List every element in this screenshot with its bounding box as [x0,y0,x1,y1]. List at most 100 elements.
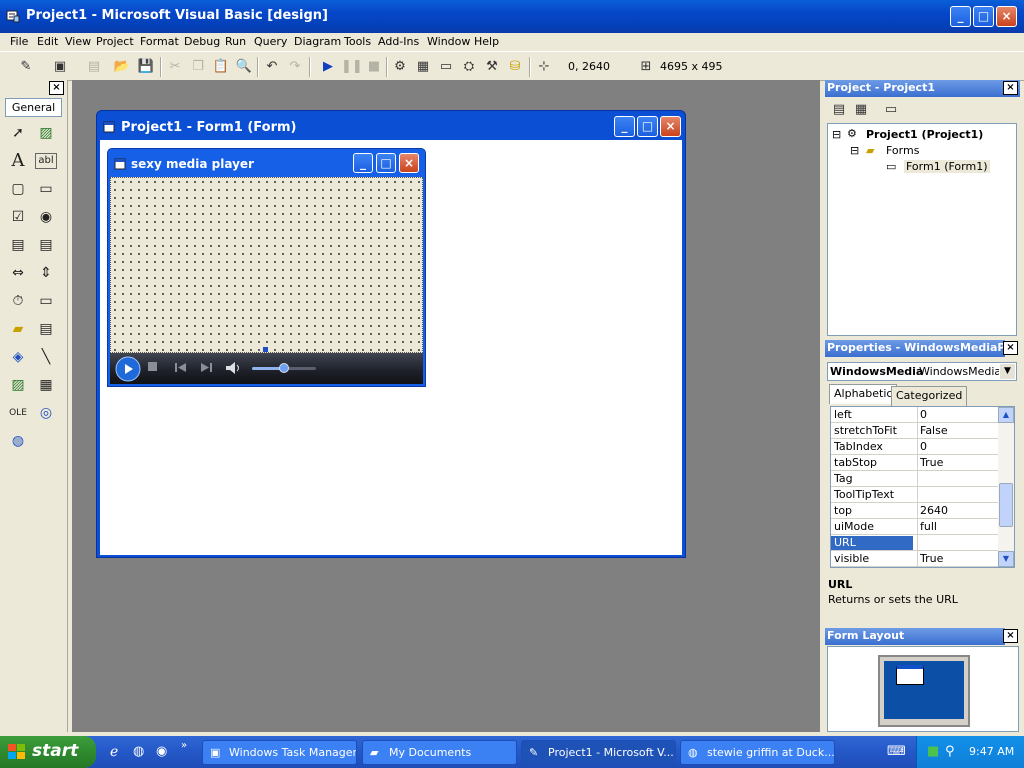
pointer-tool-icon[interactable]: ➚ [7,122,29,144]
redo-icon[interactable]: ↷ [285,57,305,77]
menu-window[interactable]: Window [427,35,470,48]
player-close-button[interactable]: × [399,153,419,173]
property-row[interactable]: stretchToFit False [831,423,999,439]
tray-green-icon[interactable]: ■ [927,744,939,759]
project-tree[interactable]: ⊟ ⚙ Project1 (Project1) ⊟ ▰ Forms ▭ Form… [827,123,1017,336]
toolbox-icon[interactable]: ⚒ [482,57,502,77]
tree-item-forms[interactable]: Forms [886,144,919,157]
paste-icon[interactable]: 📋 [211,57,231,77]
property-value[interactable]: full [920,520,937,533]
taskbar-item-visual-basic[interactable]: ✎ Project1 - Microsoft V... [521,740,676,765]
commandbutton-tool-icon[interactable]: ▭ [35,178,57,200]
previous-icon[interactable] [175,362,187,373]
filelistbox-tool-icon[interactable]: ▤ [35,318,57,340]
property-value[interactable]: 2640 [920,504,948,517]
end-icon[interactable]: ■ [364,57,384,77]
line-tool-icon[interactable]: ╲ [35,346,57,368]
menu-format[interactable]: Format [140,35,179,48]
properties-window-icon[interactable]: ▦ [413,57,433,77]
volume-slider-thumb[interactable] [279,363,289,373]
property-row[interactable]: ToolTipText [831,487,999,503]
hscrollbar-tool-icon[interactable]: ⇔ [7,262,29,284]
property-row[interactable]: TabIndex 0 [831,439,999,455]
form1-preview[interactable] [896,665,924,685]
combobox-tool-icon[interactable]: ▤ [7,234,29,256]
view-code-icon[interactable]: ▤ [829,100,849,120]
menu-help[interactable]: Help [474,35,499,48]
menu-add-ins[interactable]: Add-Ins [378,35,419,48]
tab-alphabetic[interactable]: Alphabetic [829,384,898,404]
ole-tool-icon[interactable]: OLE [7,402,29,424]
form1-close-button[interactable]: × [660,116,681,137]
property-row[interactable]: tabStop True [831,455,999,471]
ie-quicklaunch-icon[interactable]: ℯ [110,744,118,760]
media-player-control[interactable] [110,353,423,384]
form1-minimize-button[interactable]: _ [614,116,635,137]
shape-tool-icon[interactable]: ◈ [7,346,29,368]
menu-editor-icon[interactable]: ▤ [84,57,104,77]
close-button[interactable]: × [996,6,1017,27]
scroll-down-icon[interactable]: ▼ [998,551,1014,567]
listbox-tool-icon[interactable]: ▤ [35,234,57,256]
player-maximize-button[interactable]: □ [376,153,396,173]
resize-handle[interactable] [263,347,268,352]
title-bar[interactable]: Project1 - Microsoft Visual Basic [desig… [0,0,1024,33]
property-value[interactable]: 0 [920,440,927,453]
open-project-icon[interactable]: 📂 [112,57,132,77]
project-explorer-icon[interactable]: ⚙ [390,57,410,77]
tree-collapse-icon[interactable]: ⊟ [850,144,859,157]
toolbox-close-button[interactable]: × [49,81,64,95]
property-row[interactable]: uiMode full [831,519,999,535]
media-player-tool-icon[interactable]: ◎ [35,402,57,424]
taskbar-item-task-manager[interactable]: ▣ Windows Task Manager [202,740,357,765]
tree-item-form1[interactable]: Form1 (Form1) [904,160,990,173]
drivelistbox-tool-icon[interactable]: ▭ [35,290,57,312]
property-grid-scrollbar[interactable]: ▲ ▼ [998,407,1014,567]
picturebox-tool-icon[interactable]: ▨ [35,122,57,144]
undo-icon[interactable]: ↶ [262,57,282,77]
property-grid[interactable]: left 0 stretchToFit False TabIndex 0 tabSto… [830,406,1015,568]
ie-tool-icon[interactable]: ◍ [7,430,29,452]
property-value[interactable]: False [920,424,948,437]
stop-icon[interactable] [148,362,157,371]
form1-maximize-button[interactable]: □ [637,116,658,137]
copy-icon[interactable]: ❐ [188,57,208,77]
menu-project[interactable]: Project [96,35,134,48]
play-icon[interactable] [115,356,141,382]
start-button[interactable]: start [0,736,96,768]
browser-quicklaunch-icon[interactable]: ◍ [133,744,144,759]
project-panel-close-button[interactable]: × [1003,81,1018,95]
chevron-right-icon[interactable]: » [181,740,187,751]
vscrollbar-tool-icon[interactable]: ⇕ [35,262,57,284]
cut-icon[interactable]: ✂ [165,57,185,77]
add-form-icon[interactable]: ▣ [50,57,70,77]
menu-tools[interactable]: Tools [344,35,371,48]
label-tool-icon[interactable]: A [7,150,29,172]
tab-categorized[interactable]: Categorized [891,386,968,406]
menu-file[interactable]: File [10,35,28,48]
checkbox-tool-icon[interactable]: ☑ [7,206,29,228]
properties-panel-close-button[interactable]: × [1003,341,1018,355]
start-icon[interactable]: ▶ [318,57,338,77]
minimize-button[interactable]: _ [950,6,971,27]
menu-debug[interactable]: Debug [184,35,220,48]
textbox-tool-icon[interactable]: abl [35,153,57,169]
chevron-down-icon[interactable]: ▼ [1000,364,1015,379]
scroll-up-icon[interactable]: ▲ [998,407,1014,423]
tree-item-project1[interactable]: Project1 (Project1) [866,128,983,141]
dirlistbox-tool-icon[interactable]: ▰ [7,318,29,340]
toggle-folders-icon[interactable]: ▭ [881,100,901,120]
scrollbar-thumb[interactable] [999,483,1013,527]
property-row[interactable]: top 2640 [831,503,999,519]
optionbutton-tool-icon[interactable]: ◉ [35,206,57,228]
keyboard-icon[interactable]: ⌨ [887,744,906,759]
break-icon[interactable]: ❚❚ [341,57,363,77]
tray-network-icon[interactable]: ⚲ [945,744,955,759]
taskbar-item-duckduckgo[interactable]: ◍ stewie griffin at Duck... [680,740,835,765]
property-value[interactable]: 0 [920,408,927,421]
menu-query[interactable]: Query [254,35,287,48]
volume-icon[interactable] [225,361,243,375]
player-minimize-button[interactable]: _ [353,153,373,173]
add-project-icon[interactable]: ✎ [16,57,36,77]
toolbox-tab-general[interactable]: General [5,98,62,117]
